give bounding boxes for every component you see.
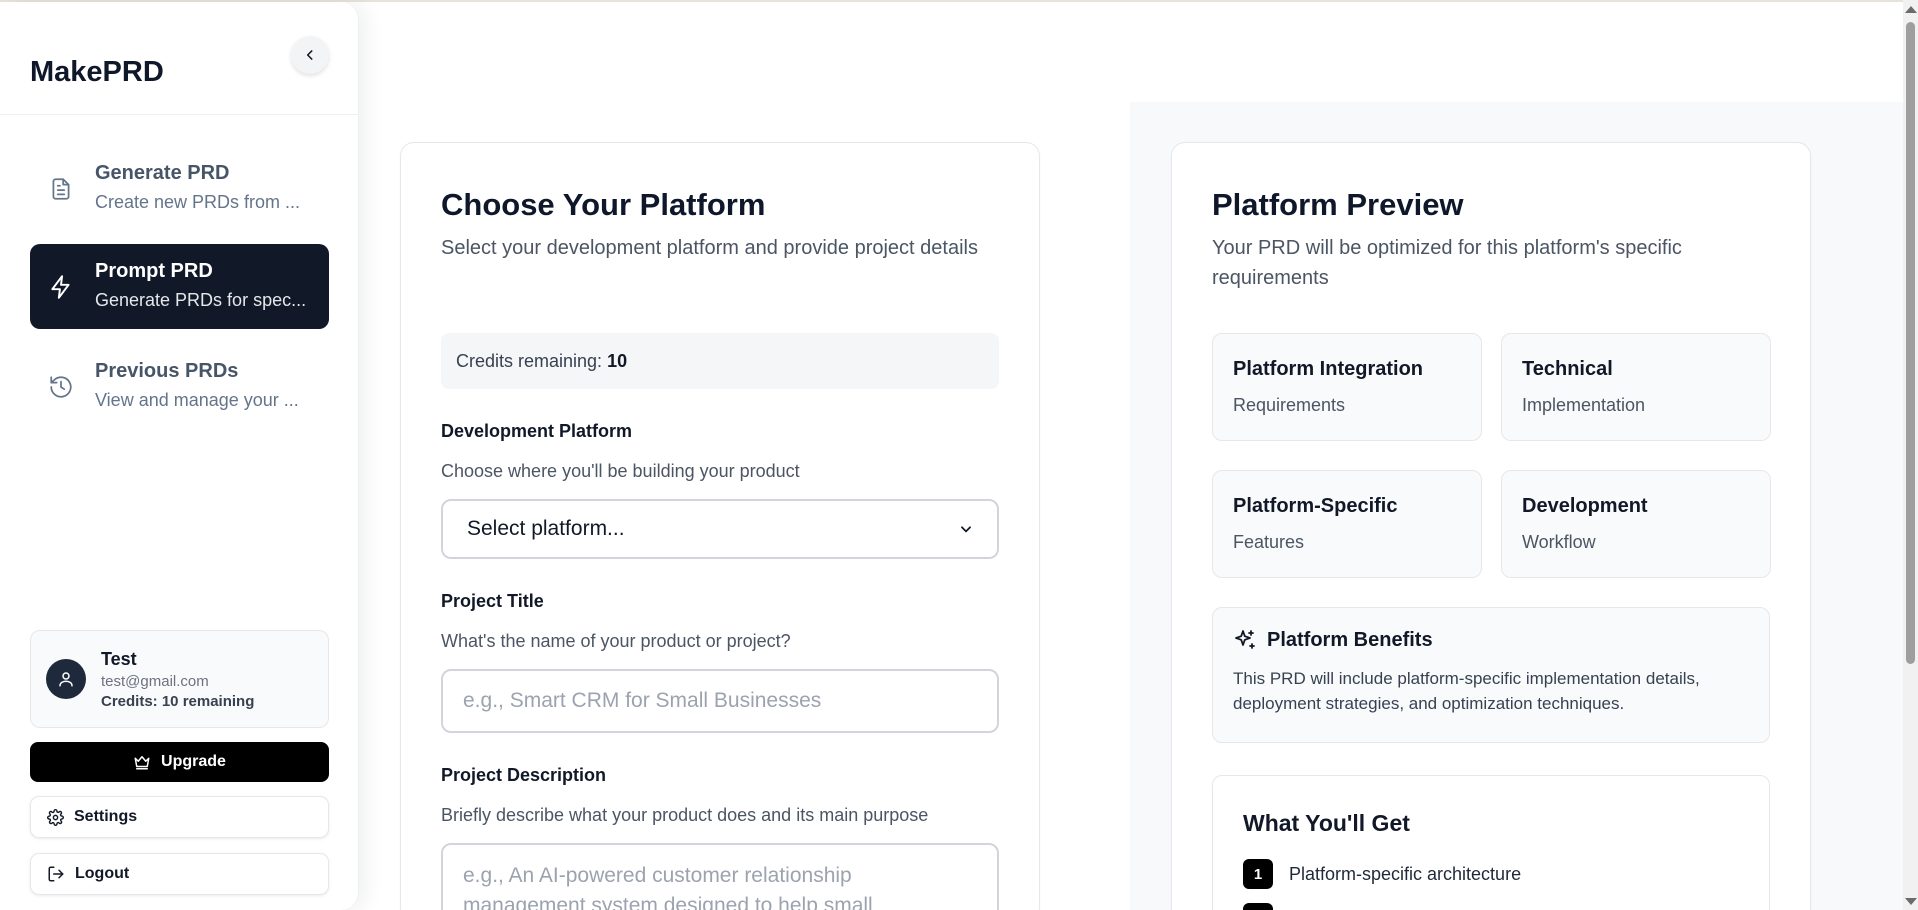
user-name: Test (101, 649, 137, 669)
preview-tile: Technical Implementation (1501, 333, 1771, 441)
list-number: 1 (1243, 859, 1273, 889)
settings-button[interactable]: Settings (30, 796, 329, 838)
tile-title: Platform Integration (1233, 358, 1424, 380)
nav-previous-prds[interactable]: Previous PRDs View and manage your ... (30, 344, 329, 429)
scroll-down-arrow-icon[interactable] (1905, 898, 1917, 905)
project-title-label: Project Title (441, 591, 544, 611)
lightning-icon (51, 275, 70, 299)
chevron-down-icon (961, 526, 971, 533)
benefits-title: Platform Benefits (1267, 628, 1433, 651)
project-description-textarea[interactable]: e.g., An AI-powered customer relationshi… (441, 843, 999, 910)
nav-subtitle: Create new PRDs from ... (95, 192, 301, 212)
settings-label: Settings (74, 808, 138, 825)
project-title-help: What's the name of your product or proje… (441, 631, 791, 651)
list-item: 2 (1243, 903, 1739, 910)
nav-title: Generate PRD (95, 162, 230, 184)
sidebar-divider (0, 114, 358, 115)
brand-logo: MakePRD (30, 56, 164, 88)
nav-title: Previous PRDs (95, 360, 239, 382)
nav-subtitle: View and manage your ... (95, 390, 299, 410)
preview-tile: Platform-Specific Features (1212, 470, 1482, 578)
nav-generate-prd[interactable]: Generate PRD Create new PRDs from ... (30, 146, 329, 231)
tile-title: Development (1522, 495, 1648, 517)
what-you-get: What You'll Get 1 Platform-specific arch… (1212, 775, 1770, 910)
logout-label: Logout (75, 865, 130, 882)
nav-title: Prompt PRD (95, 260, 213, 282)
tile-title: Platform-Specific (1233, 495, 1398, 517)
project-description-help: Briefly describe what your product does … (441, 805, 929, 825)
project-title-input[interactable]: e.g., Smart CRM for Small Businesses (441, 669, 999, 733)
user-email: test@gmail.com (101, 673, 209, 690)
credits-value: 10 (607, 351, 628, 371)
upgrade-label: Upgrade (161, 753, 226, 770)
list-item: 1 Platform-specific architecture (1243, 859, 1739, 889)
logout-button[interactable]: Logout (30, 853, 329, 895)
nav-prompt-prd[interactable]: Prompt PRD Generate PRDs for spec... (30, 244, 329, 329)
gear-icon (47, 808, 64, 826)
user-card: Test test@gmail.com Credits: 10 remainin… (30, 630, 329, 728)
benefits-header: Platform Benefits (1233, 628, 1749, 652)
upgrade-button[interactable]: Upgrade (30, 742, 329, 782)
platform-label: Development Platform (441, 421, 633, 441)
preview-title: Platform Preview (1212, 187, 1464, 222)
what-you-get-title: What You'll Get (1243, 810, 1410, 836)
preview-description: Your PRD will be optimized for this plat… (1212, 237, 1682, 289)
preview-tile: Development Workflow (1501, 470, 1771, 578)
preview-tile: Platform Integration Requirements (1212, 333, 1482, 441)
logout-icon (48, 866, 64, 882)
chevron-left-icon (306, 50, 313, 60)
scroll-up-arrow-icon[interactable] (1905, 6, 1917, 13)
platform-select-value: Select platform... (467, 517, 625, 540)
sidebar: MakePRD Generate PRD Create new PRDs fro… (0, 2, 359, 910)
platform-form-card: Choose Your Platform Select your develop… (400, 142, 1040, 910)
project-description-label: Project Description (441, 765, 607, 785)
platform-select[interactable]: Select platform... (441, 499, 999, 559)
credits-remaining: Credits remaining: 10 (441, 333, 999, 389)
benefits-text: This PRD will include platform-specific … (1233, 669, 1700, 713)
list-label: Platform-specific architecture (1289, 863, 1522, 884)
user-credits: Credits: 10 remaining (101, 693, 255, 710)
tile-title: Technical (1522, 358, 1613, 380)
platform-benefits: Platform Benefits This PRD will include … (1212, 607, 1770, 743)
tile-subtitle: Implementation (1522, 395, 1646, 415)
form-description: Select your development platform and pro… (441, 237, 978, 259)
list-number: 2 (1243, 903, 1273, 910)
collapse-sidebar-button[interactable] (291, 36, 329, 74)
credits-label: Credits remaining: (456, 351, 603, 371)
platform-help: Choose where you'll be building your pro… (441, 461, 800, 481)
form-title: Choose Your Platform (441, 187, 766, 222)
tile-subtitle: Workflow (1522, 532, 1596, 552)
document-icon (52, 178, 70, 200)
nav-subtitle: Generate PRDs for spec... (95, 290, 307, 310)
history-icon (50, 376, 72, 398)
project-title-placeholder: e.g., Smart CRM for Small Businesses (463, 689, 822, 712)
tile-subtitle: Requirements (1233, 395, 1346, 415)
tile-subtitle: Features (1233, 532, 1305, 552)
avatar (46, 659, 86, 699)
platform-preview-card: Platform Preview Your PRD will be optimi… (1171, 142, 1811, 910)
sparkles-icon (1235, 630, 1255, 649)
scrollbar-thumb[interactable] (1906, 22, 1915, 664)
user-icon (59, 672, 73, 687)
crown-icon (134, 756, 150, 770)
project-description-placeholder: e.g., An AI-powered customer relationshi… (463, 864, 873, 910)
